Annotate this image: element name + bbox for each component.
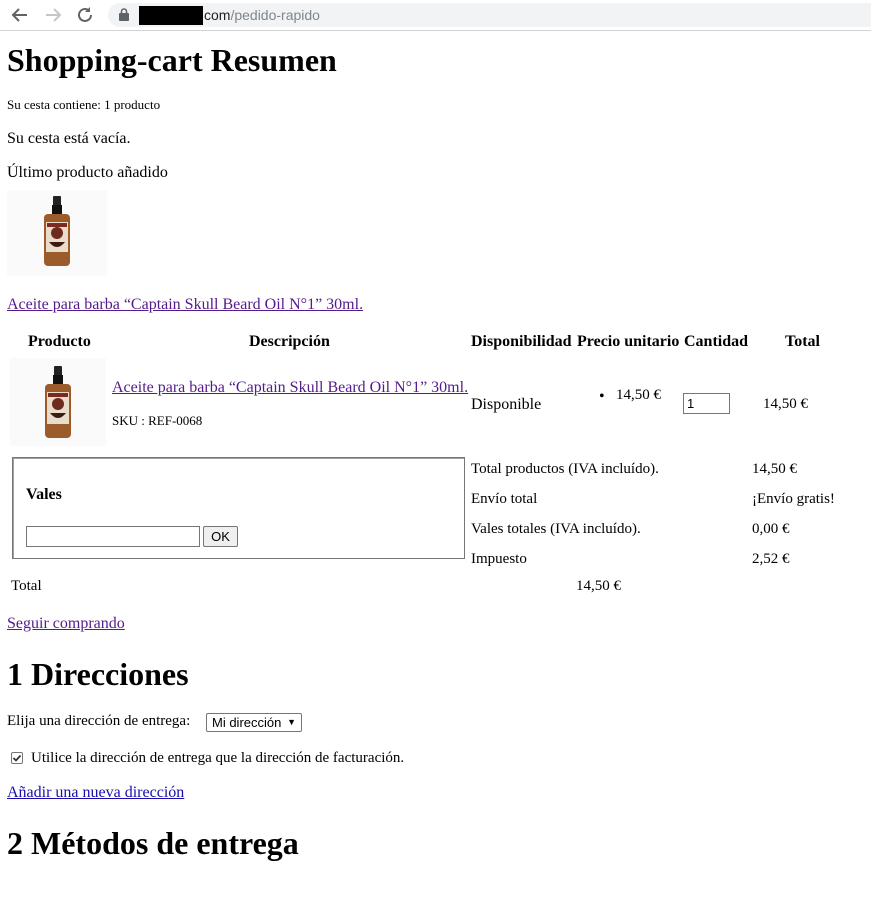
summary-shipping-value: ¡Envío gratis! xyxy=(752,491,835,507)
delivery-address-selected: Mi dirección xyxy=(212,715,282,730)
browser-toolbar: com/pedido-rapido xyxy=(0,0,871,31)
delivery-address-label: Elija una dirección de entrega: xyxy=(7,713,191,729)
summary-tax-label: Impuesto xyxy=(471,551,527,567)
quantity-input[interactable] xyxy=(683,393,730,414)
summary-total-label: Total xyxy=(11,578,42,594)
cart-product-image[interactable] xyxy=(10,358,106,446)
back-arrow-icon[interactable] xyxy=(9,4,31,26)
add-new-address-link[interactable]: Añadir una nueva dirección xyxy=(7,784,184,802)
lock-icon xyxy=(119,8,129,26)
url-text: com/pedido-rapido xyxy=(204,6,320,25)
continue-shopping-link[interactable]: Seguir comprando xyxy=(7,615,125,633)
cart-count: Su cesta contiene: 1 producto xyxy=(7,97,161,112)
summary-products-label: Total productos (IVA incluído). xyxy=(471,461,659,477)
unit-price-bullet-icon: • xyxy=(599,388,605,405)
summary-vouchers-value: 0,00 € xyxy=(752,521,790,537)
vouchers-title: Vales xyxy=(26,486,62,503)
voucher-ok-button[interactable]: OK xyxy=(203,526,238,547)
delivery-address-select[interactable]: Mi dirección ▼ xyxy=(206,713,302,732)
table-header-total: Total xyxy=(785,333,820,350)
page-title: Shopping-cart Resumen xyxy=(7,42,337,78)
address-bar[interactable]: com/pedido-rapido xyxy=(108,3,871,27)
redacted-domain xyxy=(139,6,203,25)
cart-empty-message: Su cesta está vacía. xyxy=(7,130,131,147)
last-added-label: Último producto añadido xyxy=(7,164,168,181)
url-host: com xyxy=(204,7,231,23)
url-path: /pedido-rapido xyxy=(230,7,320,23)
cart-product-availability: Disponible xyxy=(471,396,542,413)
table-header-descripcion: Descripción xyxy=(249,333,330,350)
cart-product-unit-price: 14,50 € xyxy=(616,387,661,403)
summary-vouchers-label: Vales totales (IVA incluído). xyxy=(471,521,641,537)
summary-tax-value: 2,52 € xyxy=(752,551,790,567)
reload-icon[interactable] xyxy=(74,4,96,26)
last-added-product-image[interactable] xyxy=(7,190,107,276)
table-header-cantidad: Cantidad xyxy=(684,333,749,350)
last-added-product-link[interactable]: Aceite para barba “Captain Skull Beard O… xyxy=(7,296,363,314)
forward-arrow-icon[interactable] xyxy=(42,4,64,26)
same-address-label: Utilice la dirección de entrega que la d… xyxy=(31,750,405,766)
summary-products-value: 14,50 € xyxy=(752,461,797,477)
cart-product-link[interactable]: Aceite para barba “Captain Skull Beard O… xyxy=(112,379,468,397)
table-header-precio-unitario: Precio unitario xyxy=(577,333,680,350)
summary-shipping-label: Envío total xyxy=(471,491,538,507)
voucher-code-input[interactable] xyxy=(26,526,200,547)
table-header-disponibilidad: Disponibilidad xyxy=(471,333,572,350)
table-header-producto: Producto xyxy=(28,333,91,350)
cart-product-total: 14,50 € xyxy=(763,396,808,412)
addresses-heading: 1 Direcciones xyxy=(7,656,189,692)
shipping-methods-heading: 2 Métodos de entrega xyxy=(7,825,299,861)
cart-product-sku: SKU : REF-0068 xyxy=(112,413,203,428)
same-address-checkbox[interactable] xyxy=(11,752,23,764)
dropdown-arrow-icon: ▼ xyxy=(287,717,296,727)
summary-total-value: 14,50 € xyxy=(576,578,621,594)
